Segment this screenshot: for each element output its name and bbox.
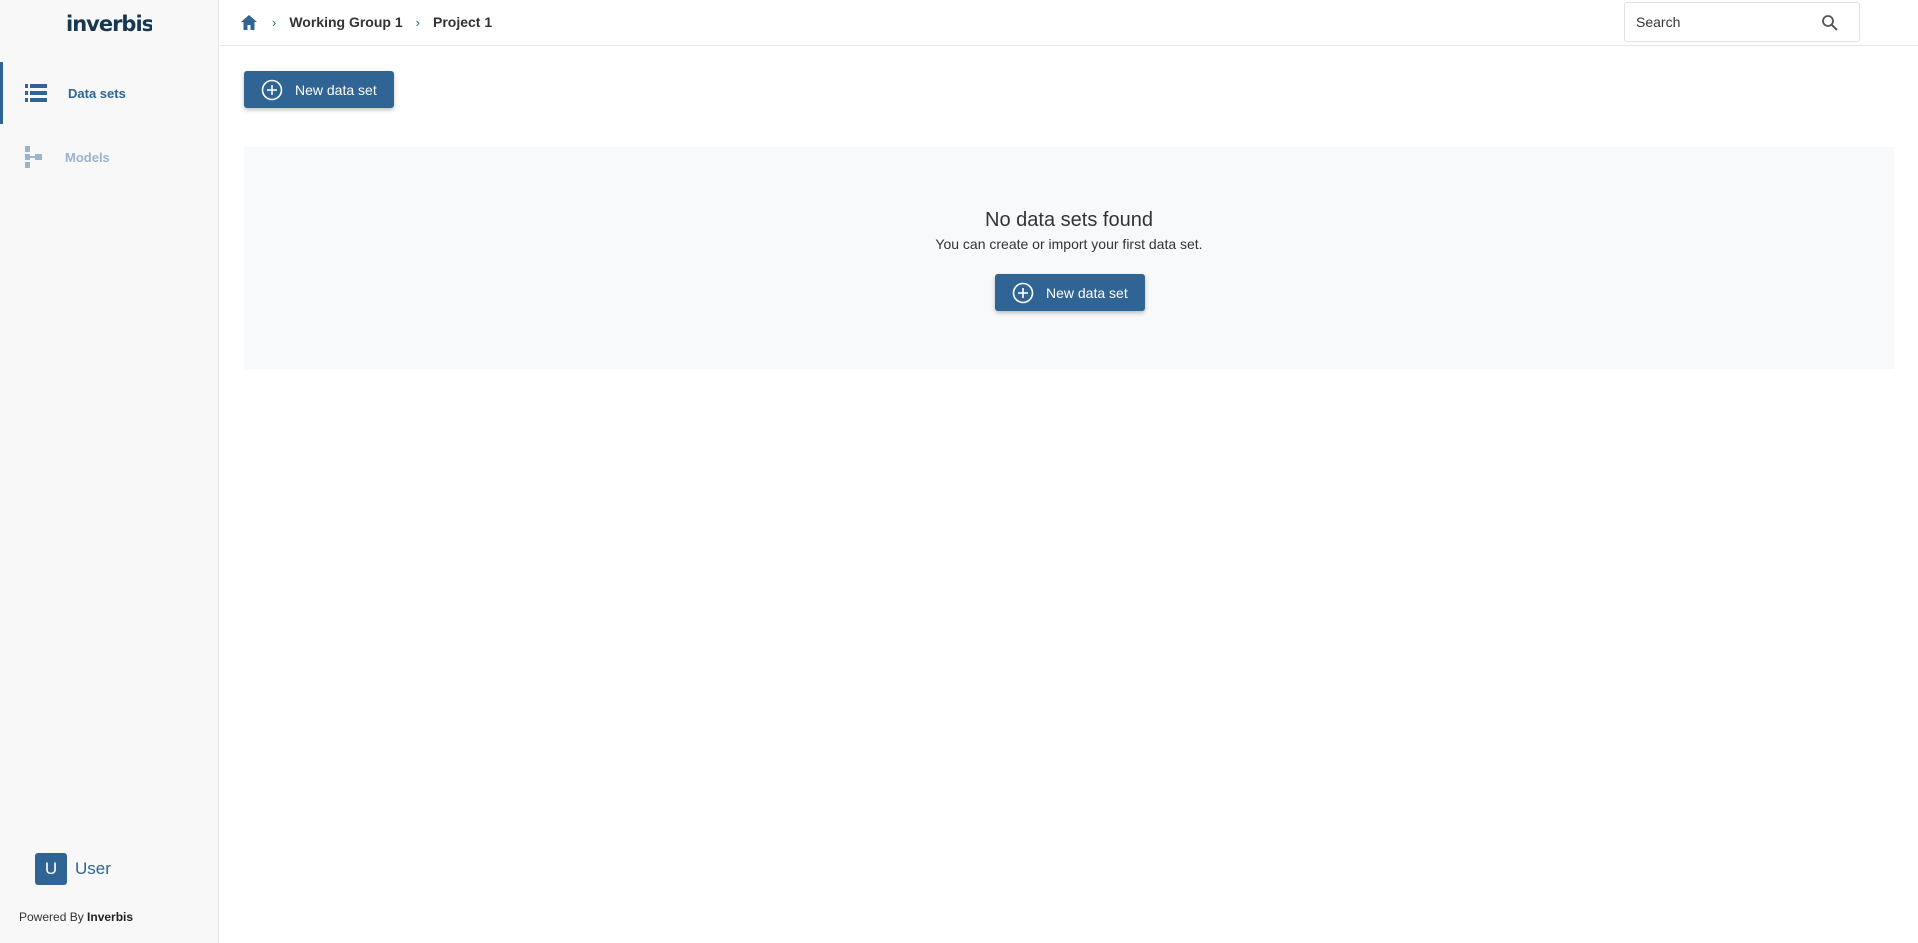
search-icon[interactable] <box>1821 14 1839 32</box>
powered-by-brand: Inverbis <box>87 910 134 924</box>
breadcrumb-project[interactable]: Project 1 <box>433 14 492 30</box>
topbar: › Working Group 1 › Project 1 <box>220 0 1918 46</box>
add-circle-icon <box>261 79 283 101</box>
user-menu[interactable]: U User <box>35 853 111 885</box>
powered-by: Powered By Inverbis <box>19 910 133 924</box>
sidebar: inverbis. Data sets Models U User Powere… <box>0 0 219 943</box>
new-data-set-label: New data set <box>295 81 377 98</box>
inverbis-logo-icon: inverbis. <box>66 12 152 36</box>
sidebar-item-label: Models <box>65 149 110 165</box>
inverbis-logo[interactable]: inverbis. <box>66 10 152 38</box>
new-data-set-button[interactable]: New data set <box>244 71 394 108</box>
sidebar-item-data-sets[interactable]: Data sets <box>0 62 219 124</box>
empty-state-button-label: New data set <box>1046 284 1128 301</box>
empty-state-panel: No data sets found You can create or imp… <box>244 147 1894 369</box>
add-circle-icon <box>1012 282 1034 304</box>
svg-text:inverbis.: inverbis. <box>66 12 152 36</box>
home-icon[interactable] <box>241 13 259 31</box>
empty-state-subtitle: You can create or import your first data… <box>935 236 1203 252</box>
breadcrumb: › Working Group 1 › Project 1 <box>241 0 492 44</box>
breadcrumb-working-group[interactable]: Working Group 1 <box>289 14 402 30</box>
avatar: U <box>35 853 67 885</box>
powered-by-prefix: Powered By <box>19 910 84 924</box>
empty-state-new-data-set-button[interactable]: New data set <box>995 274 1145 311</box>
chevron-right-icon: › <box>272 14 277 30</box>
user-name: User <box>75 859 111 878</box>
search-box <box>1624 2 1860 42</box>
sidebar-item-models[interactable]: Models <box>0 126 219 188</box>
tree-icon <box>22 146 44 168</box>
list-icon <box>25 82 47 104</box>
sidebar-item-label: Data sets <box>68 85 126 101</box>
chevron-right-icon: › <box>415 14 420 30</box>
empty-state-title: No data sets found <box>985 209 1153 231</box>
search-input[interactable] <box>1636 14 1826 30</box>
